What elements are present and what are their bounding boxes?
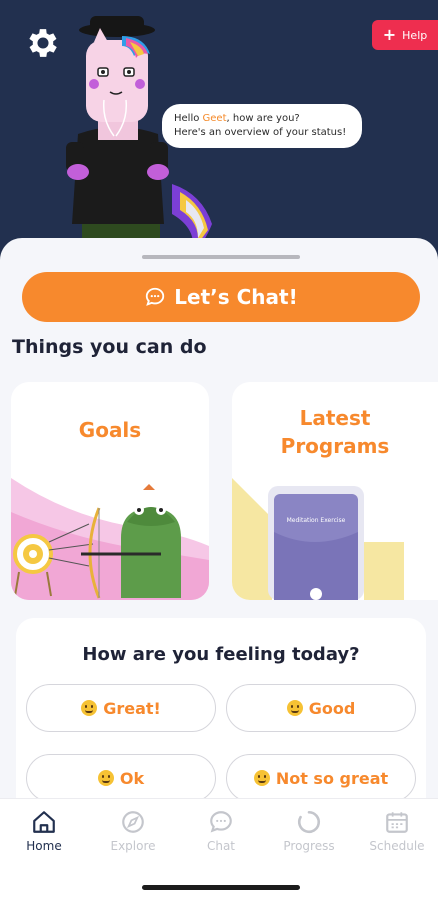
mood-ok-label: Ok — [119, 768, 145, 788]
phone-meditation-illustration: Meditation Exercise — [232, 478, 404, 600]
mood-question: How are you feeling today? — [82, 644, 360, 665]
bottom-tab-bar: Home Explore Chat Progress Schedule — [0, 798, 438, 900]
goals-card[interactable]: Goals — [11, 382, 209, 600]
lets-chat-label: Let’s Chat! — [174, 285, 298, 309]
tab-schedule-label: Schedule — [369, 839, 425, 853]
settings-gear-icon[interactable] — [24, 24, 62, 62]
smiley-icon — [253, 770, 270, 786]
tab-explore[interactable]: Explore — [93, 809, 173, 853]
latest-programs-card[interactable]: Latest Programs Meditation Exercise — [232, 382, 438, 600]
chat-bubble-icon — [210, 811, 232, 833]
tab-progress-label: Progress — [283, 839, 335, 853]
greeting-speech-bubble: Hello Geet, how are you? Here's an overv… — [162, 104, 362, 148]
mood-ok-button[interactable]: Ok — [26, 754, 216, 802]
mood-check-card: How are you feeling today? Great! Good O… — [16, 618, 426, 818]
calendar-icon — [386, 812, 408, 833]
smiley-icon — [81, 700, 98, 716]
sheet-drag-handle[interactable] — [142, 255, 300, 259]
tab-chat[interactable]: Chat — [181, 809, 261, 853]
lets-chat-button[interactable]: Let’s Chat! — [22, 272, 420, 322]
mood-not-so-great-label: Not so great — [275, 768, 389, 788]
help-label: Help — [402, 28, 428, 42]
greeting-suffix: , how are you? — [226, 113, 300, 124]
home-indicator[interactable] — [142, 885, 300, 890]
greeting-prefix: Hello — [174, 113, 203, 124]
mood-good-button[interactable]: Good — [226, 684, 416, 732]
help-button[interactable]: + Help — [372, 20, 438, 50]
mood-great-label: Great! — [103, 698, 161, 718]
smiley-icon — [286, 700, 303, 716]
things-you-can-do-heading: Things you can do — [12, 336, 207, 358]
compass-icon — [122, 811, 144, 833]
progress-ring-icon — [297, 810, 321, 834]
hero-header: + Help Hello Geet, how are you? Here's a… — [0, 0, 438, 260]
smiley-icon — [97, 770, 114, 786]
tab-schedule[interactable]: Schedule — [357, 809, 437, 853]
tab-explore-label: Explore — [110, 839, 156, 853]
greeting-line-2: Here's an overview of your status! — [174, 127, 347, 138]
mood-good-label: Good — [308, 698, 356, 718]
user-name: Geet — [202, 113, 227, 124]
plus-icon: + — [382, 25, 397, 44]
tab-home-label: Home — [26, 839, 62, 853]
tab-chat-label: Chat — [206, 839, 236, 853]
home-icon — [33, 811, 55, 833]
mood-great-button[interactable]: Great! — [26, 684, 216, 732]
chat-bubble-icon — [146, 287, 165, 306]
goals-dinosaur-archer-illustration — [11, 478, 209, 600]
program-screen-title: Meditation Exercise — [287, 517, 346, 524]
mood-not-so-great-button[interactable]: Not so great — [226, 754, 416, 802]
tab-home[interactable]: Home — [4, 809, 84, 853]
tab-progress[interactable]: Progress — [269, 809, 349, 853]
